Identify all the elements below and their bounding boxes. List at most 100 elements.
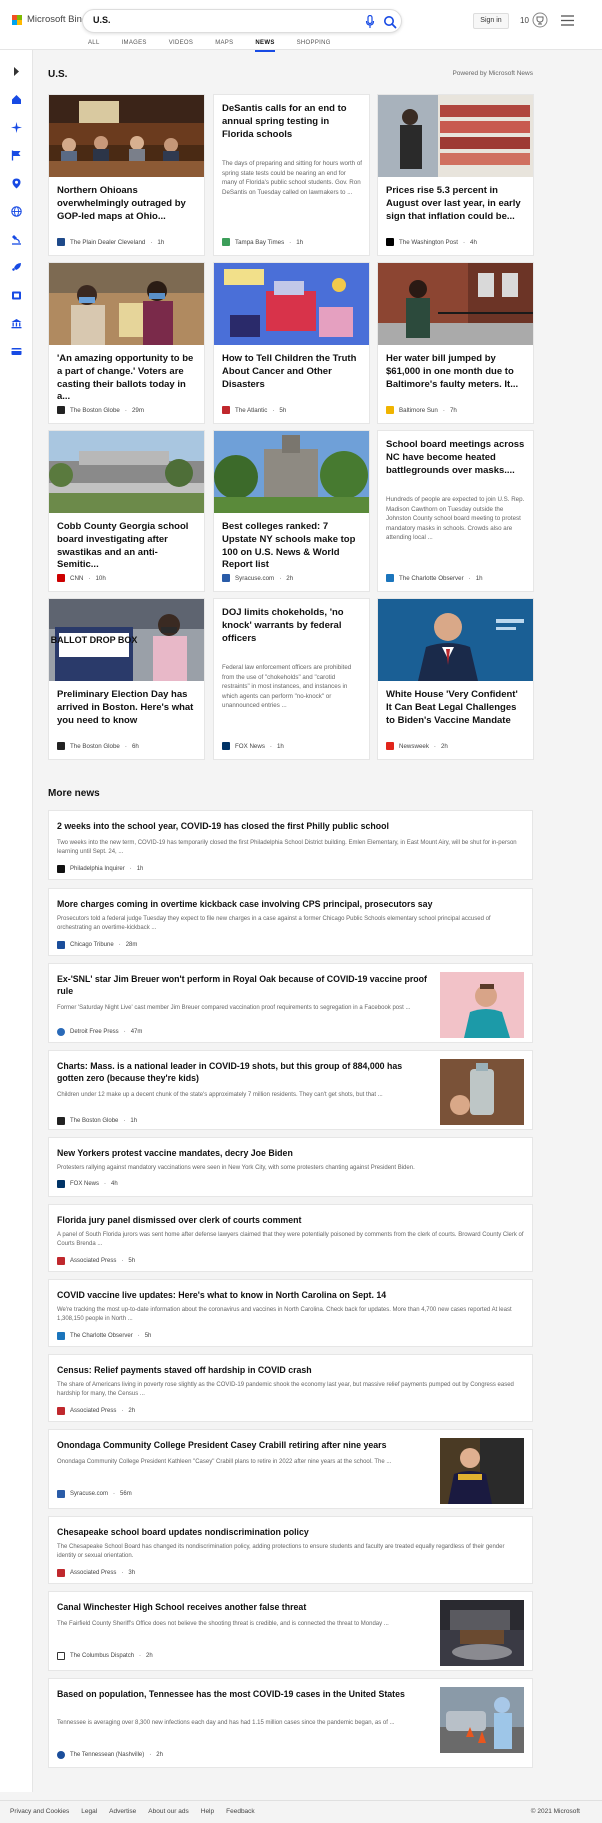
footer-link-legal[interactable]: Legal [81, 1808, 97, 1815]
rewards-count[interactable]: 10 [520, 16, 529, 25]
bank-icon[interactable] [11, 318, 22, 329]
article-title[interactable]: Ex-'SNL' star Jim Breuer won't perform i… [57, 973, 427, 998]
chevron-right-icon[interactable] [11, 66, 22, 77]
more-news-item[interactable]: COVID vaccine live updates: Here's what … [48, 1279, 533, 1347]
more-news-item[interactable]: Florida jury panel dismissed over clerk … [48, 1204, 533, 1272]
news-card[interactable]: Her water bill jumped by $61,000 in one … [377, 262, 534, 424]
article-title[interactable]: DeSantis calls for an end to annual spri… [222, 103, 362, 141]
article-summary: We're tracking the most up-to-date infor… [57, 1307, 512, 1323]
article-summary: Tennessee is averaging over 8,300 new in… [57, 1720, 395, 1726]
news-card[interactable]: 'An amazing opportunity to be a part of … [48, 262, 205, 424]
article-image [378, 95, 533, 177]
news-card[interactable]: White House 'Very Confident' It Can Beat… [377, 598, 534, 760]
more-news-item[interactable]: New Yorkers protest vaccine mandates, de… [48, 1137, 533, 1197]
tab-videos[interactable]: VIDEOS [169, 40, 193, 52]
article-title[interactable]: 2 weeks into the school year, COVID-19 h… [57, 820, 525, 832]
news-card[interactable]: DOJ limits chokeholds, 'no knock' warran… [213, 598, 370, 760]
article-source: Tampa Bay Times · 1h [222, 238, 303, 246]
more-news-item[interactable]: Based on population, Tennessee has the m… [48, 1678, 533, 1768]
flag-icon[interactable] [11, 150, 22, 161]
copyright: © 2021 Microsoft [530, 1808, 580, 1815]
article-title[interactable]: Canal Winchester High School receives an… [57, 1601, 427, 1613]
footer-link-feedback[interactable]: Feedback [226, 1808, 255, 1815]
article-title[interactable]: Her water bill jumped by $61,000 in one … [386, 353, 526, 391]
more-news-item[interactable]: Census: Relief payments staved off hards… [48, 1354, 533, 1422]
film-icon[interactable] [11, 290, 22, 301]
article-title[interactable]: How to Tell Children the Truth About Can… [222, 353, 362, 391]
article-title[interactable]: DOJ limits chokeholds, 'no knock' warran… [222, 607, 362, 645]
footer-links: Privacy and Cookies Legal Advertise Abou… [10, 1808, 267, 1815]
article-title[interactable]: Best colleges ranked: 7 Upstate NY schoo… [222, 521, 362, 572]
search-input[interactable] [93, 15, 323, 25]
news-card[interactable]: Northern Ohioans overwhelmingly outraged… [48, 94, 205, 256]
article-title[interactable]: Chesapeake school board updates nondiscr… [57, 1526, 525, 1538]
more-news-item[interactable]: Onondaga Community College President Cas… [48, 1429, 533, 1509]
footer-link-advertise[interactable]: Advertise [109, 1808, 136, 1815]
more-news-item[interactable]: Ex-'SNL' star Jim Breuer won't perform i… [48, 963, 533, 1043]
source-logo-icon [222, 238, 230, 246]
bing-logo[interactable]: Microsoft Bing [12, 14, 87, 25]
location-icon[interactable] [11, 178, 22, 189]
news-card[interactable]: DeSantis calls for an end to annual spri… [213, 94, 370, 256]
news-card[interactable]: Cobb County Georgia school board investi… [48, 430, 205, 592]
tab-all[interactable]: ALL [88, 40, 100, 52]
article-thumbnail [440, 972, 524, 1038]
tab-news[interactable]: NEWS [255, 40, 275, 52]
article-title[interactable]: Based on population, Tennessee has the m… [57, 1688, 427, 1700]
microphone-icon[interactable] [365, 15, 375, 29]
more-news-item[interactable]: Chesapeake school board updates nondiscr… [48, 1516, 533, 1584]
credit-card-icon[interactable] [11, 346, 22, 357]
article-summary: The days of preparing and sitting for ho… [222, 160, 362, 196]
sparkle-icon[interactable] [11, 122, 22, 133]
rewards-trophy-icon[interactable] [532, 12, 548, 28]
article-title[interactable]: More charges coming in overtime kickback… [57, 898, 525, 910]
news-card[interactable]: Prices rise 5.3 percent in August over l… [377, 94, 534, 256]
home-icon[interactable] [11, 94, 22, 105]
article-title[interactable]: Cobb County Georgia school board investi… [57, 521, 197, 572]
search-box[interactable] [82, 9, 402, 33]
article-source: Associated Press · 2h [57, 1407, 135, 1415]
footer-link-help[interactable]: Help [201, 1808, 214, 1815]
article-title[interactable]: Census: Relief payments staved off hards… [57, 1364, 525, 1376]
article-title[interactable]: Onondaga Community College President Cas… [57, 1439, 427, 1451]
source-logo-icon [222, 574, 230, 582]
tab-shopping[interactable]: SHOPPING [297, 40, 331, 52]
article-thumbnail [440, 1059, 524, 1125]
source-logo-icon [57, 865, 65, 873]
article-title[interactable]: New Yorkers protest vaccine mandates, de… [57, 1147, 525, 1159]
article-summary: Onondaga Community College President Kat… [57, 1459, 392, 1465]
more-news-item[interactable]: 2 weeks into the school year, COVID-19 h… [48, 810, 533, 880]
article-title[interactable]: Charts: Mass. is a national leader in CO… [57, 1060, 427, 1085]
hamburger-menu-icon[interactable] [561, 15, 574, 26]
article-title[interactable]: COVID vaccine live updates: Here's what … [57, 1289, 525, 1301]
article-title[interactable]: 'An amazing opportunity to be a part of … [57, 353, 197, 404]
source-logo-icon [57, 1407, 65, 1415]
article-title[interactable]: Preliminary Election Day has arrived in … [57, 689, 197, 727]
article-title[interactable]: White House 'Very Confident' It Can Beat… [386, 689, 526, 727]
microscope-icon[interactable] [11, 234, 22, 245]
article-summary: Two weeks into the new term, COVID-19 ha… [57, 840, 517, 856]
microsoft-logo-icon [12, 14, 22, 25]
news-card[interactable]: School board meetings across NC have bec… [377, 430, 534, 592]
tab-images[interactable]: IMAGES [122, 40, 147, 52]
sign-in-button[interactable]: Sign in [473, 13, 509, 29]
news-card[interactable]: How to Tell Children the Truth About Can… [213, 262, 370, 424]
tab-maps[interactable]: MAPS [215, 40, 233, 52]
search-tabs: ALL IMAGES VIDEOS MAPS NEWS SHOPPING [88, 40, 353, 52]
rocket-icon[interactable] [11, 262, 22, 273]
globe-icon[interactable] [11, 206, 22, 217]
footer-link-about-ads[interactable]: About our ads [148, 1808, 188, 1815]
article-title[interactable]: Northern Ohioans overwhelmingly outraged… [57, 185, 197, 223]
more-news-item[interactable]: Charts: Mass. is a national leader in CO… [48, 1050, 533, 1130]
more-news-item[interactable]: More charges coming in overtime kickback… [48, 888, 533, 956]
more-news-item[interactable]: Canal Winchester High School receives an… [48, 1591, 533, 1671]
news-card[interactable]: BALLOT DROP BOX Preliminary Election Day… [48, 598, 205, 760]
footer-link-privacy[interactable]: Privacy and Cookies [10, 1808, 69, 1815]
article-source: The Charlotte Observer · 5h [57, 1332, 151, 1340]
article-title[interactable]: School board meetings across NC have bec… [386, 439, 526, 477]
news-card[interactable]: Best colleges ranked: 7 Upstate NY schoo… [213, 430, 370, 592]
source-logo-icon [57, 1028, 65, 1036]
article-title[interactable]: Prices rise 5.3 percent in August over l… [386, 185, 526, 223]
article-title[interactable]: Florida jury panel dismissed over clerk … [57, 1214, 525, 1226]
search-icon[interactable] [383, 15, 397, 29]
